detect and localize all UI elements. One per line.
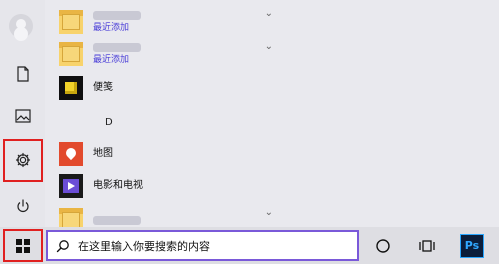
user-avatar[interactable] xyxy=(9,14,33,38)
blurred-app-name xyxy=(93,215,141,225)
section-letter[interactable]: D xyxy=(105,117,113,128)
chevron-down-icon[interactable]: ⌄ xyxy=(265,8,273,19)
app-name: 电影和电视 xyxy=(93,180,143,191)
app-name: 地图 xyxy=(93,148,113,159)
start-left-rail xyxy=(0,0,45,227)
sticky-notes-icon xyxy=(59,76,83,100)
list-item[interactable]: 便笺 xyxy=(59,72,113,104)
documents-button[interactable] xyxy=(0,60,45,88)
app-subtitle: 最近添加 xyxy=(93,22,130,33)
settings-highlight-box xyxy=(3,139,43,182)
chevron-down-icon[interactable]: ⌄ xyxy=(265,41,273,52)
maps-icon xyxy=(59,142,83,166)
app-name: 便笺 xyxy=(93,82,113,93)
picture-icon xyxy=(14,109,31,123)
folder-icon xyxy=(59,10,83,34)
start-highlight-box xyxy=(3,229,43,262)
folder-icon xyxy=(59,42,83,66)
photoshop-button[interactable]: Ps xyxy=(455,227,489,264)
task-view-icon xyxy=(419,239,435,252)
power-icon xyxy=(16,199,29,213)
list-item[interactable]: 电影和电视 xyxy=(59,170,143,202)
list-item[interactable]: 最近添加 xyxy=(59,6,141,38)
app-list: 最近添加 ⌄ 最近添加 ⌄ 便笺 D 地图 电影和电视 ⌄ xyxy=(45,0,355,232)
photoshop-icon: Ps xyxy=(460,233,484,258)
cortana-button[interactable] xyxy=(366,227,400,264)
circle-icon xyxy=(376,238,390,253)
power-button[interactable] xyxy=(0,192,45,220)
task-view-button[interactable] xyxy=(410,227,444,264)
list-item[interactable]: 最近添加 xyxy=(59,38,141,70)
taskbar: 在这里输入你要搜索的内容 Ps xyxy=(0,227,499,264)
search-icon xyxy=(56,239,69,252)
blurred-app-name xyxy=(93,42,141,52)
movies-tv-icon xyxy=(59,174,83,198)
search-placeholder: 在这里输入你要搜索的内容 xyxy=(78,239,210,253)
search-box[interactable]: 在这里输入你要搜索的内容 xyxy=(46,230,359,261)
document-icon xyxy=(16,66,29,82)
blurred-app-name xyxy=(93,10,141,20)
chevron-down-icon[interactable]: ⌄ xyxy=(265,207,273,218)
pictures-button[interactable] xyxy=(0,102,45,130)
app-subtitle: 最近添加 xyxy=(93,54,130,65)
list-item[interactable]: 地图 xyxy=(59,138,113,170)
